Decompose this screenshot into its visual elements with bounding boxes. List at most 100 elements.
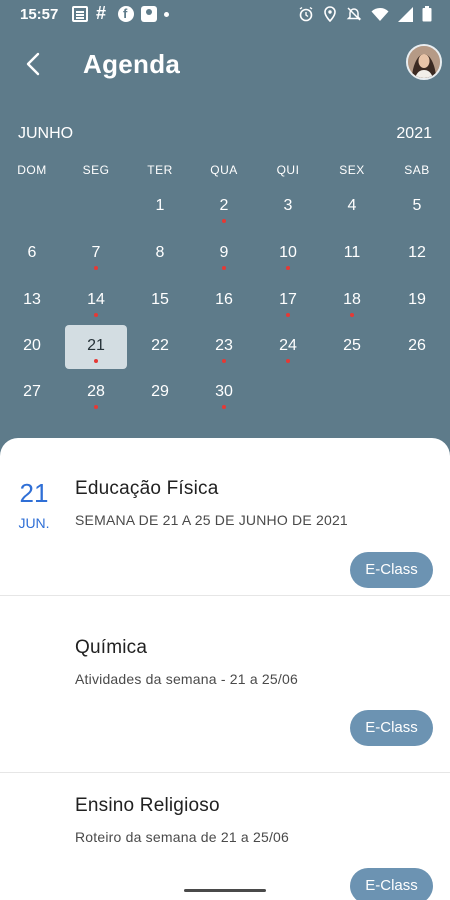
event-indicator-dot: [222, 266, 226, 270]
app-header: Agenda: [0, 40, 450, 88]
calendar-day-number: 13: [23, 291, 41, 308]
calendar-day[interactable]: 15: [129, 279, 191, 323]
calendar-day[interactable]: 4: [321, 185, 383, 229]
calendar-day[interactable]: 5: [386, 185, 448, 229]
status-time: 15:57: [20, 6, 59, 23]
weekday-label: TER: [147, 163, 173, 177]
calendar-day[interactable]: 14: [65, 279, 127, 323]
calendar-day[interactable]: 17: [257, 279, 319, 323]
calendar-day[interactable]: 29: [129, 371, 191, 415]
alarm-icon: [299, 6, 313, 22]
battery-icon: [422, 6, 432, 22]
calendar-day-number: 3: [283, 197, 293, 214]
more-notifications-icon: [164, 11, 169, 17]
event-indicator-dot: [94, 313, 98, 317]
page-title: Agenda: [83, 49, 181, 79]
news-notification-icon: [72, 6, 88, 22]
event-subtitle: Roteiro da semana de 21 a 25/06: [75, 829, 290, 845]
status-bar: 15:57: [0, 0, 450, 30]
calendar-day[interactable]: 27: [1, 371, 63, 415]
calendar-day[interactable]: 26: [386, 325, 448, 369]
calendar-day[interactable]: 10: [257, 232, 319, 276]
calendar-day[interactable]: 28: [65, 371, 127, 415]
calendar-day-number: 1: [155, 197, 165, 214]
weekday-header: DOM SEG TER QUA QUI SEX SAB: [0, 163, 450, 179]
event-title[interactable]: Ensino Religioso: [75, 795, 220, 817]
event-indicator-dot: [222, 359, 226, 363]
event-card: Ensino Religioso Roteiro da semana de 21…: [0, 773, 450, 900]
calendar-day[interactable]: 3: [257, 185, 319, 229]
calendar-day-number: 12: [408, 244, 426, 261]
calendar-day[interactable]: 18: [321, 279, 383, 323]
calendar-day[interactable]: 12: [386, 232, 448, 276]
event-indicator-dot: [222, 219, 226, 223]
calendar-day[interactable]: 7: [65, 232, 127, 276]
calendar-day-number: 20: [23, 337, 41, 354]
calendar-day-number: 28: [87, 383, 105, 400]
weekday-label: QUI: [276, 163, 300, 177]
calendar-day[interactable]: 11: [321, 232, 383, 276]
calendar-day-number: 30: [215, 383, 233, 400]
calendar-day[interactable]: 16: [193, 279, 255, 323]
calendar-day-number: 5: [412, 197, 422, 214]
calendar-day[interactable]: 23: [193, 325, 255, 369]
weekday-label: DOM: [17, 163, 47, 177]
calendar-day[interactable]: 24: [257, 325, 319, 369]
eclass-button[interactable]: E-Class: [350, 868, 433, 900]
calendar-day-number: 16: [215, 291, 233, 308]
event-title[interactable]: Educação Física: [75, 478, 218, 500]
event-card: Química Atividades da semana - 21 a 25/0…: [0, 615, 450, 773]
event-indicator-dot: [94, 359, 98, 363]
calendar-day-number: 24: [279, 337, 297, 354]
calendar-day-number: 21: [87, 337, 105, 354]
calendar-day[interactable]: 6: [1, 232, 63, 276]
slack-notification-icon: [95, 3, 111, 24]
calendar-day[interactable]: 30: [193, 371, 255, 415]
calendar-day[interactable]: 20: [1, 325, 63, 369]
calendar-day-number: 6: [27, 244, 37, 261]
event-title[interactable]: Química: [75, 637, 147, 659]
weekday-label: SEG: [82, 163, 110, 177]
calendar-day-number: 17: [279, 291, 297, 308]
calendar-day[interactable]: 8: [129, 232, 191, 276]
event-indicator-dot: [286, 359, 290, 363]
calendar-day-number: 14: [87, 291, 105, 308]
calendar-day[interactable]: 1: [129, 185, 191, 229]
calendar-day[interactable]: 25: [321, 325, 383, 369]
back-arrow-icon: [26, 52, 40, 76]
wifi-icon: [371, 7, 389, 21]
notification-icons: [72, 3, 169, 24]
back-button[interactable]: [18, 46, 50, 82]
calendar-day[interactable]: 13: [1, 279, 63, 323]
calendar-day[interactable]: 22: [129, 325, 191, 369]
calendar-day-selected[interactable]: 21: [65, 325, 127, 369]
app-notification-icon: [118, 6, 134, 22]
signal-icon: [398, 6, 413, 22]
event-indicator-dot: [286, 266, 290, 270]
user-photo-icon: [408, 46, 440, 78]
calendar-day-number: 7: [91, 244, 101, 261]
calendar-day-number: 4: [347, 197, 357, 214]
calendar-day-number: 27: [23, 383, 41, 400]
home-indicator[interactable]: [184, 889, 266, 892]
calendar-day-number: 15: [151, 291, 169, 308]
events-sheet: 21 JUN. Educação Física SEMANA DE 21 A 2…: [0, 438, 450, 900]
calendar-day[interactable]: 19: [386, 279, 448, 323]
calendar-day[interactable]: 2: [193, 185, 255, 229]
avatar[interactable]: [406, 44, 442, 80]
event-date-month: JUN.: [18, 515, 50, 531]
event-subtitle: SEMANA DE 21 A 25 DE JUNHO DE 2021: [75, 512, 348, 528]
event-indicator-dot: [94, 405, 98, 409]
eclass-button[interactable]: E-Class: [350, 710, 433, 746]
calendar-day-number: 9: [219, 244, 229, 261]
calendar-day-number: 10: [279, 244, 297, 261]
eclass-button[interactable]: E-Class: [350, 552, 433, 588]
calendar-day-number: 11: [343, 244, 361, 261]
event-indicator-dot: [222, 405, 226, 409]
calendar-day[interactable]: 9: [193, 232, 255, 276]
contact-notification-icon: [141, 6, 157, 22]
event-date-day: 21: [19, 478, 49, 508]
calendar-day-number: 22: [151, 337, 169, 354]
calendar-day-number: 25: [343, 337, 361, 354]
calendar-day-number: 26: [408, 337, 426, 354]
